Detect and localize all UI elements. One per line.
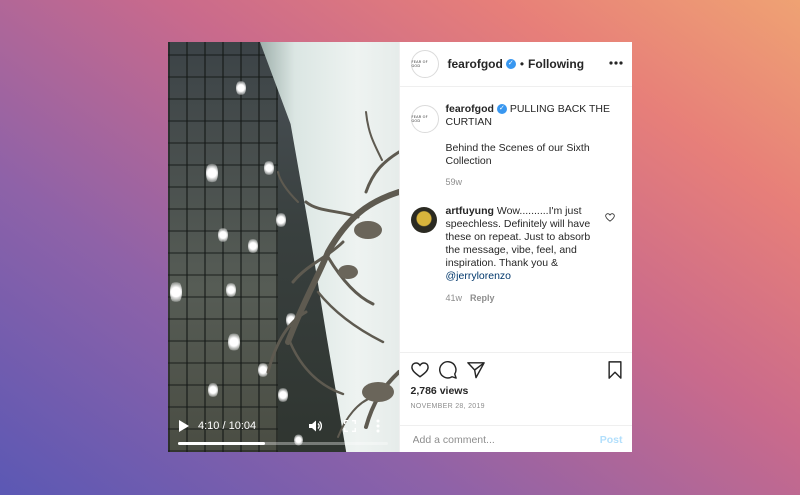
caption-body: Behind the Scenes of our Sixth Collectio… xyxy=(445,142,590,167)
post-side-panel: FEAR OF GOD fearofgod ✓ • Following FEAR… xyxy=(398,42,633,452)
video-progress-fill xyxy=(178,442,265,445)
action-bar: 2,786 views NOVEMBER 28, 2019 Post xyxy=(399,352,632,452)
heart-icon[interactable] xyxy=(604,213,615,222)
video-scene-branches xyxy=(266,111,399,438)
verified-badge-icon: ✓ xyxy=(505,59,516,69)
comment-mention-link[interactable]: @jerrylorenzo xyxy=(446,270,512,282)
comment-meta: 41w Reply xyxy=(446,293,623,303)
add-comment-bar: Post xyxy=(399,425,632,452)
avatar[interactable] xyxy=(410,207,437,233)
share-icon[interactable] xyxy=(466,361,485,379)
caption-username[interactable]: fearofgod xyxy=(446,103,494,115)
post-modal: 4:10 / 10:04 FEAR OF GOD fearofgod ✓ • F… xyxy=(168,42,632,452)
comment-text: artfuyung Wow..........I'm just speechle… xyxy=(446,205,606,283)
bookmark-icon[interactable] xyxy=(606,361,624,379)
more-horizontal-icon[interactable] xyxy=(608,61,623,65)
comment-icon[interactable] xyxy=(438,361,457,379)
caption-time[interactable]: 59w xyxy=(446,177,623,187)
caption-text: fearofgod ✓ PULLING BACK THE CURTIAN Behi… xyxy=(446,103,623,168)
heart-icon[interactable] xyxy=(410,361,429,379)
post-header: FEAR OF GOD fearofgod ✓ • Following xyxy=(399,42,632,87)
following-button[interactable]: Following xyxy=(528,57,584,71)
avatar[interactable]: FEAR OF GOD xyxy=(410,50,439,78)
comments-list: FEAR OF GOD fearofgod ✓ PULLING BACK THE … xyxy=(400,87,633,349)
fullscreen-icon[interactable] xyxy=(344,420,356,432)
header-separator: • xyxy=(519,57,525,71)
avatar-logo-text: FEAR OF GOD xyxy=(411,60,428,68)
avatar-logo-text: FEAR OF GOD xyxy=(411,115,428,123)
list-item: artfuyung Wow..........I'm just speechle… xyxy=(410,205,623,303)
post-date: NOVEMBER 28, 2019 xyxy=(410,403,485,410)
verified-badge-icon: ✓ xyxy=(496,104,507,115)
video-player[interactable]: 4:10 / 10:04 xyxy=(168,42,399,452)
video-progress-bar[interactable] xyxy=(178,442,388,445)
avatar[interactable]: FEAR OF GOD xyxy=(410,105,439,133)
header-username[interactable]: fearofgod xyxy=(448,57,503,71)
play-icon[interactable] xyxy=(178,420,190,432)
comment-username[interactable]: artfuyung xyxy=(446,205,494,217)
view-count[interactable]: 2,786 views xyxy=(411,385,469,397)
comment-input[interactable] xyxy=(410,433,585,447)
reply-button[interactable]: Reply xyxy=(470,293,495,303)
post-button[interactable]: Post xyxy=(600,434,623,446)
comment-time[interactable]: 41w xyxy=(446,293,463,303)
caption: FEAR OF GOD fearofgod ✓ PULLING BACK THE … xyxy=(410,103,623,187)
more-vertical-icon[interactable] xyxy=(376,419,380,433)
video-time: 4:10 / 10:04 xyxy=(198,420,257,432)
volume-icon[interactable] xyxy=(308,419,322,433)
